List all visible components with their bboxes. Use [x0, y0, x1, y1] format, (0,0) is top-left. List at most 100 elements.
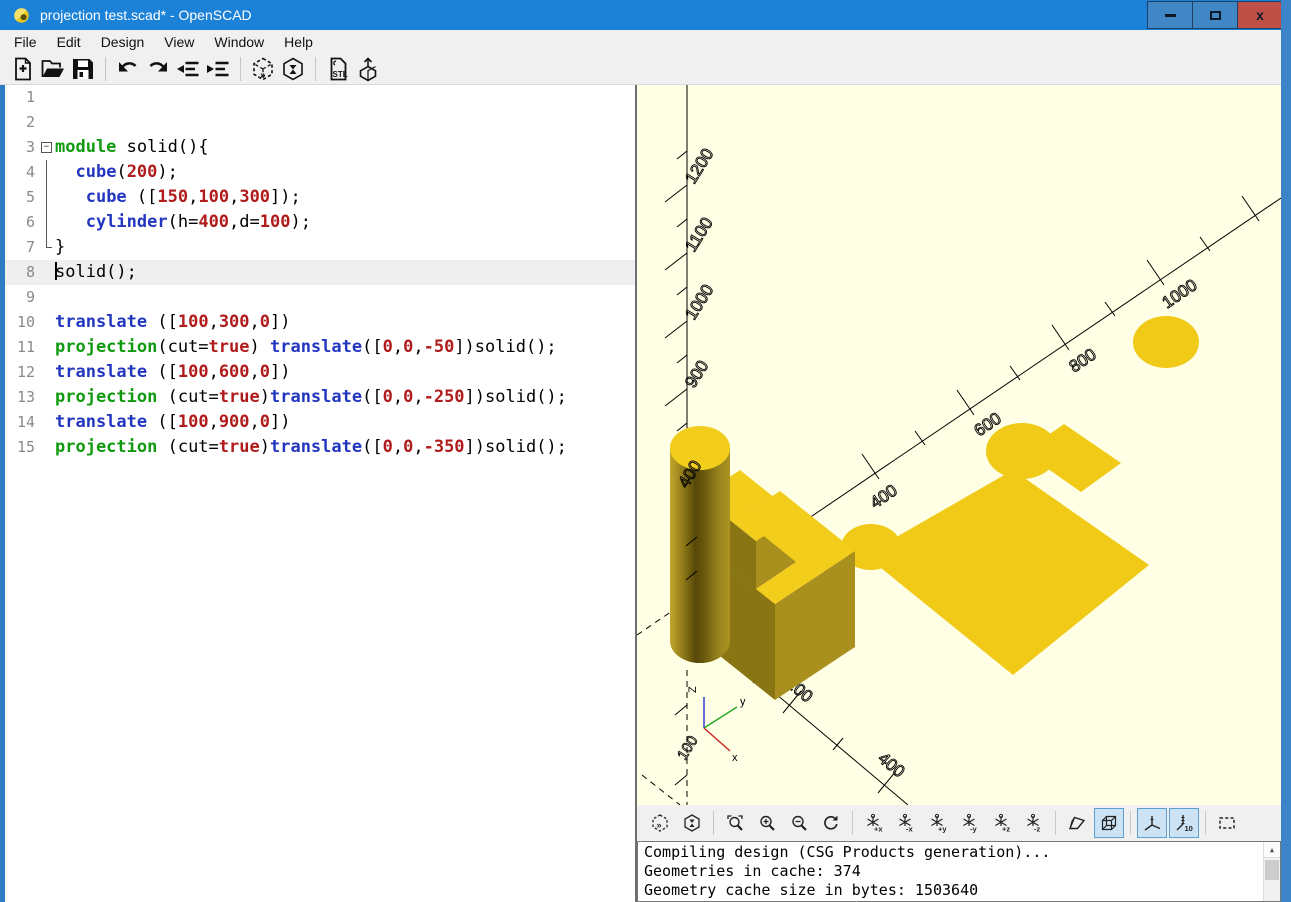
toolbar-separator: [240, 57, 241, 81]
minimize-icon: [1165, 14, 1176, 17]
code-text: [55, 285, 635, 310]
view-pos-z-button[interactable]: +z: [987, 808, 1017, 838]
svg-text:10: 10: [1185, 824, 1193, 833]
maximize-button[interactable]: [1192, 1, 1238, 29]
export-stl-button[interactable]: STL: [323, 55, 353, 83]
line-number: 15: [5, 435, 39, 460]
code-line-5[interactable]: 5 cube ([150,100,300]);: [5, 185, 635, 210]
reset-view-button[interactable]: [816, 808, 846, 838]
show-scale-markers-button[interactable]: 10: [1169, 808, 1199, 838]
unindent-button[interactable]: [173, 55, 203, 83]
code-line-4[interactable]: 4 cube(200);: [5, 160, 635, 185]
fold-column: [39, 235, 55, 260]
undo-button[interactable]: [113, 55, 143, 83]
render-preview-button[interactable]: »: [248, 55, 278, 83]
code-line-15[interactable]: 15projection (cut=true)translate([0,0,-3…: [5, 435, 635, 460]
zoom-all-button[interactable]: [720, 808, 750, 838]
view-neg-z-icon: -z: [1024, 813, 1044, 833]
fold-column: [39, 285, 55, 310]
save-file-button[interactable]: [68, 55, 98, 83]
axes: [637, 85, 1281, 805]
toolbar-separator: [315, 57, 316, 81]
view-pos-x-button[interactable]: +x: [859, 808, 889, 838]
fold-column: [39, 85, 55, 110]
save-file-icon: [70, 56, 96, 82]
scroll-up-arrow-icon[interactable]: ▲: [1264, 842, 1280, 858]
toolbar-separator: [105, 57, 106, 81]
fold-guide-line: [46, 160, 47, 185]
code-line-10[interactable]: 10translate ([100,300,0]): [5, 310, 635, 335]
open-file-button[interactable]: [38, 55, 68, 83]
export-model-icon: [355, 56, 381, 82]
svg-text:»: »: [657, 820, 662, 830]
export-model-button[interactable]: [353, 55, 383, 83]
svg-text:+y: +y: [938, 825, 947, 834]
code-text: projection(cut=true) translate([0,0,-50]…: [55, 335, 635, 360]
new-file-button[interactable]: [8, 55, 38, 83]
indent-icon: [205, 56, 231, 82]
code-line-9[interactable]: 9: [5, 285, 635, 310]
menu-bar: FileEditDesignViewWindowHelp: [0, 30, 1291, 54]
view-neg-y-button[interactable]: -y: [955, 808, 985, 838]
view-pos-y-button[interactable]: +y: [923, 808, 953, 838]
indent-button[interactable]: [203, 55, 233, 83]
render-button[interactable]: [677, 808, 707, 838]
code-editor[interactable]: 123−module solid(){4 cube(200);5 cube ([…: [5, 85, 635, 902]
fold-column: [39, 410, 55, 435]
show-crosshairs-button[interactable]: [1212, 808, 1242, 838]
line-number: 13: [5, 385, 39, 410]
code-line-2[interactable]: 2: [5, 110, 635, 135]
view-neg-x-button[interactable]: -x: [891, 808, 921, 838]
projection-1-square: [865, 470, 1149, 675]
menu-view[interactable]: View: [154, 31, 204, 53]
zoom-out-button[interactable]: [784, 808, 814, 838]
fold-column: [39, 185, 55, 210]
code-line-12[interactable]: 12translate ([100,600,0]): [5, 360, 635, 385]
view-neg-z-button[interactable]: -z: [1019, 808, 1049, 838]
menu-help[interactable]: Help: [274, 31, 323, 53]
view-neg-x-icon: -x: [896, 813, 916, 833]
render-icon: [682, 813, 702, 833]
redo-button[interactable]: [143, 55, 173, 83]
menu-file[interactable]: File: [4, 31, 47, 53]
view-toolbar-separator: [1205, 811, 1206, 835]
x-axis-label: 400: [874, 749, 908, 782]
3d-viewport[interactable]: 1200 1100 1000 900 400 600 800 1000 200 …: [637, 85, 1281, 805]
show-axes-button[interactable]: [1137, 808, 1167, 838]
zoom-in-button[interactable]: [752, 808, 782, 838]
menu-design[interactable]: Design: [91, 31, 155, 53]
code-line-14[interactable]: 14translate ([100,900,0]): [5, 410, 635, 435]
render-button[interactable]: [278, 55, 308, 83]
code-line-13[interactable]: 13projection (cut=true)translate([0,0,-2…: [5, 385, 635, 410]
perspective-button[interactable]: [1062, 808, 1092, 838]
code-line-7[interactable]: 7}: [5, 235, 635, 260]
window-right-border: [1281, 0, 1291, 902]
view-pos-x-icon: +x: [864, 813, 884, 833]
menu-window[interactable]: Window: [204, 31, 274, 53]
orthographic-button[interactable]: [1094, 808, 1124, 838]
code-line-6[interactable]: 6 cylinder(h=400,d=100);: [5, 210, 635, 235]
fold-collapse-icon[interactable]: −: [41, 142, 52, 153]
fold-column: −: [39, 135, 55, 160]
line-number: 10: [5, 310, 39, 335]
origin-y-axis: [704, 707, 737, 728]
code-text: [55, 110, 635, 135]
openscad-logo-icon: [13, 7, 30, 24]
undo-icon: [115, 56, 141, 82]
console-scrollbar[interactable]: ▲: [1263, 842, 1280, 901]
svg-text:»: »: [260, 70, 266, 81]
fold-column: [39, 210, 55, 235]
close-icon: x: [1256, 8, 1264, 22]
code-line-3[interactable]: 3−module solid(){: [5, 135, 635, 160]
code-line-11[interactable]: 11projection(cut=true) translate([0,0,-5…: [5, 335, 635, 360]
code-line-1[interactable]: 1: [5, 85, 635, 110]
projection-3-circle: [1133, 316, 1199, 368]
render-icon: [280, 56, 306, 82]
title-bar: projection test.scad* - OpenSCAD x: [0, 0, 1291, 30]
code-line-8[interactable]: 8solid();: [5, 260, 635, 285]
scroll-thumb[interactable]: [1265, 860, 1279, 880]
minimize-button[interactable]: [1147, 1, 1193, 29]
preview-button[interactable]: »: [645, 808, 675, 838]
menu-edit[interactable]: Edit: [47, 31, 91, 53]
close-button[interactable]: x: [1237, 1, 1283, 29]
